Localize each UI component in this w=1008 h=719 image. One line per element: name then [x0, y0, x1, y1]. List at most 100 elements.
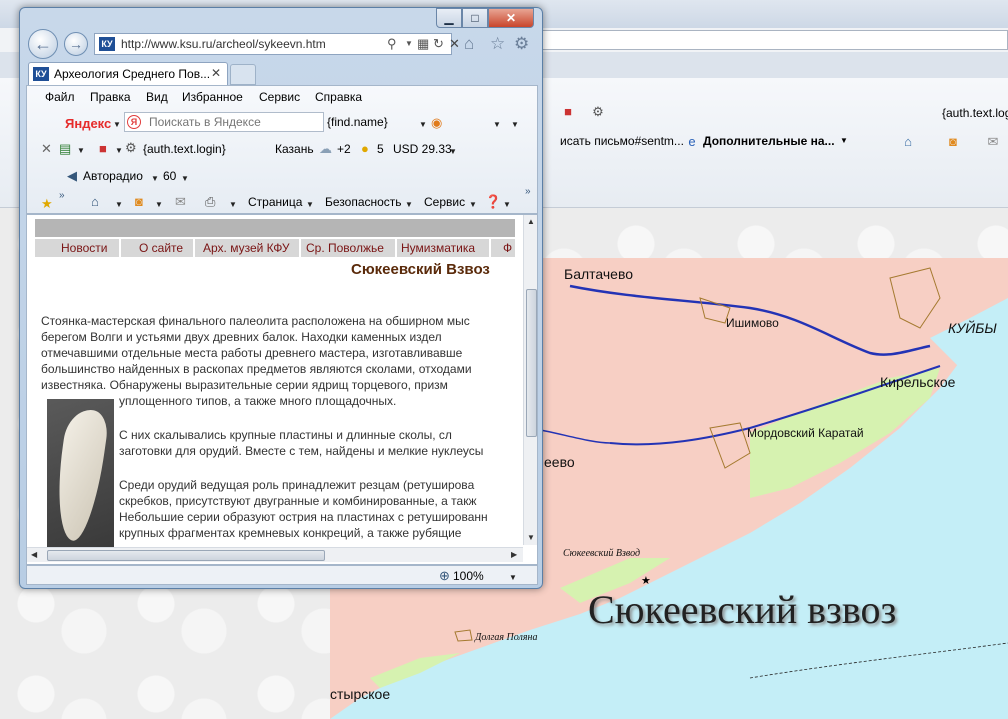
chevron-down-icon[interactable]: ▼ [405, 39, 413, 48]
scroll-left-icon[interactable]: ◀ [31, 550, 37, 559]
command-security[interactable]: Безопасность [325, 195, 402, 209]
home-icon[interactable]: ⌂ [464, 34, 474, 54]
menu-file[interactable]: Файл [45, 90, 75, 104]
browser-window: ▁ □ ✕ ← → КУ http://www.ksu.ru/archeol/s… [19, 7, 543, 589]
favorites-add-icon[interactable]: ★ [41, 196, 53, 212]
favorites-star-icon[interactable]: ☆ [490, 34, 505, 54]
search-icon[interactable]: ⚲ [387, 36, 397, 52]
traffic-score[interactable]: 5 [377, 142, 384, 156]
nav-link-numismatics[interactable]: Нумизматика [401, 241, 475, 255]
horizontal-scroll-thumb[interactable] [47, 550, 325, 561]
yandex-logo[interactable]: Яндекс [65, 116, 111, 131]
map-title-syukeevsky-vzvoz: Сюкеевский взвоз [588, 587, 897, 632]
rss-icon[interactable]: ◙ [135, 194, 143, 209]
chevron-down-icon[interactable]: ▼ [181, 174, 189, 183]
auth-login-link[interactable]: {auth.text.login} [143, 142, 226, 156]
nav-link-about[interactable]: О сайте [139, 241, 183, 255]
compatibility-view-icon[interactable]: ▦ [417, 36, 429, 52]
scroll-right-icon[interactable]: ▶ [511, 550, 517, 559]
nav-link-museum[interactable]: Арх. музей КФУ [203, 241, 289, 255]
yandex-search-input[interactable] [149, 114, 319, 130]
chevron-down-icon[interactable]: ▼ [306, 200, 314, 209]
gear-icon[interactable]: ⚙ [590, 104, 606, 120]
menu-help[interactable]: Справка [315, 90, 362, 104]
chevron-down-icon[interactable]: ▼ [155, 200, 163, 209]
home-icon[interactable]: ⌂ [900, 134, 916, 150]
chevron-down-icon[interactable]: ▼ [151, 174, 159, 183]
command-page[interactable]: Страница [248, 195, 302, 209]
chevron-down-icon[interactable]: ▼ [113, 120, 121, 129]
weather-city[interactable]: Казань [275, 142, 314, 156]
mail-icon[interactable]: ✉ [985, 134, 1001, 150]
favorite-link-sendmail[interactable]: исать письмо#sentm... [560, 134, 684, 148]
paragraph-tools: Среди орудий ведущая роль принадлежит ре… [119, 478, 488, 540]
chevron-down-icon[interactable]: ▼ [469, 200, 477, 209]
radio-station[interactable]: Авторадио [83, 169, 143, 183]
close-window-button[interactable]: ✕ [488, 8, 534, 28]
stop-icon[interactable]: ✕ [449, 36, 460, 52]
spreadsheet-icon[interactable]: ▤ [59, 141, 71, 157]
tab-active[interactable]: КУ Археология Среднего Пов... ✕ [28, 62, 228, 86]
scroll-down-icon[interactable]: ▼ [527, 533, 535, 542]
tab-title[interactable]: Археология Среднего Пов... [54, 67, 210, 81]
vertical-scroll-thumb[interactable] [526, 289, 537, 437]
more-chevron-icon[interactable]: » [525, 186, 531, 197]
chevron-down-icon[interactable]: ▼ [449, 147, 457, 156]
chevron-down-icon[interactable]: ▼ [503, 200, 511, 209]
forward-button[interactable]: → [64, 32, 88, 56]
address-bar[interactable]: КУ http://www.ksu.ru/archeol/sykeevn.htm… [94, 33, 460, 55]
new-tab-button[interactable] [230, 64, 256, 85]
nav-link-news[interactable]: Новости [61, 241, 107, 255]
speaker-icon[interactable]: ◀ [67, 168, 77, 184]
close-tab-icon[interactable]: ✕ [211, 66, 221, 80]
menu-edit[interactable]: Правка [90, 90, 131, 104]
status-bar: ⊕ 100% ▼ [26, 565, 538, 585]
gear-icon[interactable]: ⚙ [514, 34, 529, 54]
maximize-button[interactable]: □ [462, 8, 488, 28]
address-url[interactable]: http://www.ksu.ru/archeol/sykeevn.htm [121, 37, 326, 51]
more-chevron-icon[interactable]: » [59, 190, 65, 201]
colored-cube-icon[interactable]: ■ [99, 141, 107, 156]
weather-temperature[interactable]: +2 [337, 142, 351, 156]
gear-icon[interactable]: ⚙ [125, 140, 137, 156]
refresh-icon[interactable]: ↻ [433, 36, 444, 52]
chevron-down-icon[interactable]: ▼ [840, 136, 848, 145]
auth-login-text[interactable]: {auth.text.login} [942, 106, 1008, 120]
zoom-level[interactable]: 100% [453, 569, 484, 583]
vertical-scrollbar[interactable]: ▲ ▼ [523, 215, 537, 545]
home-icon[interactable]: ⌂ [91, 194, 99, 209]
chevron-down-icon[interactable]: ▼ [509, 573, 517, 582]
chevron-down-icon[interactable]: ▼ [493, 120, 501, 129]
chevron-down-icon[interactable]: ▼ [77, 146, 85, 155]
rss-icon[interactable]: ◙ [945, 134, 961, 150]
horizontal-scrollbar[interactable]: ◀ ▶ [27, 547, 523, 562]
chevron-down-icon[interactable]: ▼ [419, 120, 427, 129]
yandex-search-box[interactable]: Я [124, 112, 324, 132]
mail-icon[interactable]: ✉ [175, 194, 186, 210]
menu-favorites[interactable]: Избранное [182, 90, 243, 104]
scroll-up-icon[interactable]: ▲ [527, 217, 535, 226]
favorite-link-extra[interactable]: Дополнительные на... [703, 134, 835, 148]
nav-link-middle-volga[interactable]: Ср. Поволжье [306, 241, 384, 255]
command-tools[interactable]: Сервис [424, 195, 465, 209]
menu-tools[interactable]: Сервис [259, 90, 300, 104]
nav-link-more[interactable]: Ф [503, 241, 512, 255]
printer-icon[interactable]: ⎙ [205, 194, 215, 210]
help-icon[interactable]: ❓ [485, 194, 501, 210]
chevron-down-icon[interactable]: ▼ [115, 200, 123, 209]
currency-rate[interactable]: USD 29.33 [393, 142, 452, 156]
chevron-down-icon[interactable]: ▼ [115, 146, 123, 155]
toolbar-colored-icon[interactable]: ■ [560, 104, 576, 120]
chevron-down-icon[interactable]: ▼ [229, 200, 237, 209]
yandex-bar-icon[interactable]: ◉ [431, 115, 442, 131]
chevron-down-icon[interactable]: ▼ [511, 120, 519, 129]
zoom-icon[interactable]: ⊕ [439, 568, 450, 584]
close-toolbar-icon[interactable]: ✕ [41, 141, 52, 157]
minimize-button[interactable]: ▁ [436, 8, 462, 28]
back-button[interactable]: ← [28, 29, 58, 59]
chevron-down-icon[interactable]: ▼ [405, 200, 413, 209]
paragraph-intro: Стоянка-мастерская финального палеолита … [41, 314, 472, 408]
find-name-text[interactable]: {find.name} [327, 115, 388, 129]
menu-view[interactable]: Вид [146, 90, 168, 104]
radio-volume[interactable]: 60 [163, 169, 176, 183]
